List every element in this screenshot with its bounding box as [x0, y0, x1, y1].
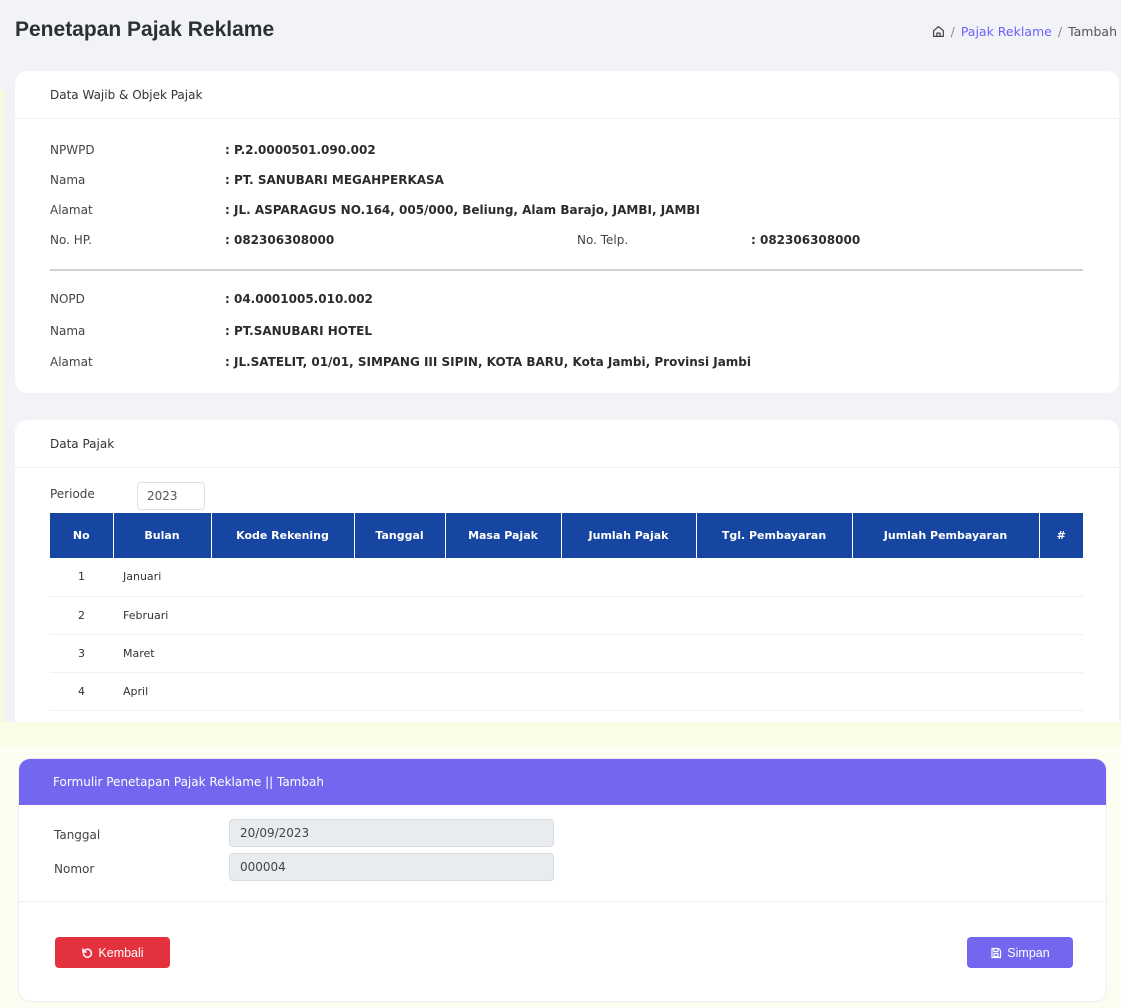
- wajib-pajak-card: Data Wajib & Objek Pajak NPWPD : P.2.000…: [15, 71, 1119, 393]
- hp-label: No. HP.: [50, 233, 92, 247]
- row-no: 1: [50, 558, 113, 597]
- table-row: 2 Februari: [50, 596, 1083, 635]
- penetapan-form-card: Formulir Penetapan Pajak Reklame || Tamb…: [18, 758, 1107, 1002]
- tanggal-label: Tanggal: [54, 828, 101, 842]
- form-title: Formulir Penetapan Pajak Reklame || Tamb…: [19, 759, 1106, 805]
- page-title: Penetapan Pajak Reklame: [15, 18, 275, 41]
- nomor-label: Nomor: [54, 862, 95, 876]
- row-no: 2: [50, 596, 113, 635]
- alamat-value: : JL. ASPARAGUS NO.164, 005/000, Beliung…: [225, 203, 701, 217]
- table-header-row: No Bulan Kode Rekening Tanggal Masa Paja…: [50, 513, 1083, 558]
- objek-alamat-value: : JL.SATELIT, 01/01, SIMPANG III SIPIN, …: [225, 355, 752, 369]
- objek-nama-value: : PT.SANUBARI HOTEL: [225, 324, 372, 338]
- row-bulan: Januari: [113, 558, 211, 597]
- back-button-label: Kembali: [98, 945, 144, 960]
- telp-value: : 082306308000: [751, 233, 861, 247]
- form-divider: [19, 901, 1106, 902]
- periode-input[interactable]: 2023: [137, 482, 205, 510]
- tanggal-input[interactable]: 20/09/2023: [229, 819, 554, 847]
- nomor-input[interactable]: 000004: [229, 853, 554, 881]
- separator-band: [0, 722, 1121, 746]
- data-pajak-card-title: Data Pajak: [15, 420, 1119, 468]
- data-pajak-table: No Bulan Kode Rekening Tanggal Masa Paja…: [50, 513, 1083, 711]
- periode-label: Periode: [50, 487, 95, 501]
- wajib-pajak-card-title: Data Wajib & Objek Pajak: [15, 71, 1119, 119]
- breadcrumb-current: Tambah: [1068, 24, 1117, 39]
- row-no: 4: [50, 672, 113, 711]
- save-button[interactable]: Simpan: [967, 937, 1073, 968]
- npwpd-value: : P.2.0000501.090.002: [225, 143, 376, 157]
- table-row: 3 Maret: [50, 634, 1083, 673]
- column-header-no: No: [50, 513, 114, 558]
- section-divider: [50, 269, 1083, 271]
- row-bulan: Februari: [113, 596, 211, 635]
- breadcrumb-separator: /: [950, 24, 955, 39]
- table-row: 4 April: [50, 672, 1083, 711]
- undo-icon: [81, 947, 93, 959]
- column-header-masa-pajak: Masa Pajak: [445, 513, 562, 558]
- column-header-tanggal: Tanggal: [354, 513, 446, 558]
- table-row: 1 Januari: [50, 558, 1083, 597]
- telp-label: No. Telp.: [577, 233, 629, 247]
- row-no: 3: [50, 634, 113, 673]
- back-button[interactable]: Kembali: [55, 937, 170, 968]
- column-header-jumlah-pajak: Jumlah Pajak: [561, 513, 697, 558]
- breadcrumb: / Pajak Reklame / Tambah: [932, 24, 1117, 39]
- hp-value: : 082306308000: [225, 233, 335, 247]
- data-pajak-card: Data Pajak Periode 2023 No Bulan Kode Re…: [15, 420, 1119, 722]
- save-icon: [990, 947, 1002, 959]
- home-icon[interactable]: [932, 25, 945, 38]
- nama-value: : PT. SANUBARI MEGAHPERKASA: [225, 173, 444, 187]
- npwpd-label: NPWPD: [50, 143, 95, 157]
- column-header-tgl-pembayaran: Tgl. Pembayaran: [696, 513, 853, 558]
- save-button-label: Simpan: [1007, 945, 1050, 960]
- column-header-kode-rekening: Kode Rekening: [211, 513, 355, 558]
- nopd-value: : 04.0001005.010.002: [225, 292, 373, 306]
- nama-label: Nama: [50, 173, 86, 187]
- row-bulan: April: [113, 672, 211, 711]
- nopd-label: NOPD: [50, 292, 85, 306]
- row-bulan: Maret: [113, 634, 211, 673]
- breadcrumb-separator: /: [1057, 24, 1063, 39]
- breadcrumb-pajak-reklame[interactable]: Pajak Reklame: [961, 24, 1052, 39]
- alamat-label: Alamat: [50, 203, 93, 217]
- column-header-action: #: [1039, 513, 1083, 558]
- column-header-bulan: Bulan: [113, 513, 212, 558]
- objek-nama-label: Nama: [50, 324, 86, 338]
- objek-alamat-label: Alamat: [50, 355, 93, 369]
- left-strip: [0, 90, 4, 722]
- column-header-jumlah-pembayaran: Jumlah Pembayaran: [852, 513, 1040, 558]
